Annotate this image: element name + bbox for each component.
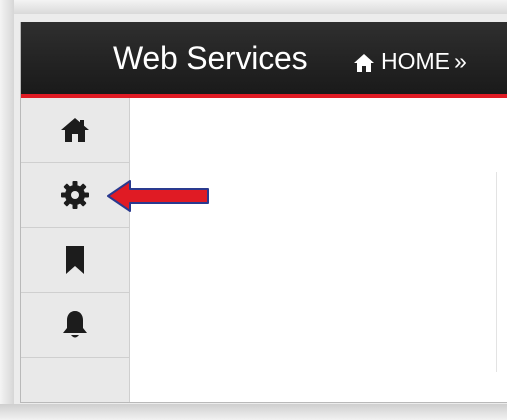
frame-shadow-left bbox=[0, 0, 14, 420]
bell-icon bbox=[62, 310, 88, 340]
breadcrumb-separator: » bbox=[454, 48, 467, 74]
sidebar-item-notifications[interactable] bbox=[21, 293, 129, 358]
screenshot-frame: Web Services HOME » bbox=[0, 0, 507, 420]
sidebar bbox=[21, 98, 130, 402]
frame-shadow-bottom bbox=[0, 404, 507, 420]
main-content bbox=[130, 98, 507, 402]
frame-shadow-top bbox=[0, 0, 507, 14]
breadcrumb-home-link[interactable]: HOME bbox=[381, 48, 450, 75]
app-window: Web Services HOME » bbox=[20, 22, 507, 403]
gear-icon bbox=[60, 180, 90, 210]
app-title[interactable]: Web Services bbox=[113, 40, 308, 77]
home-icon[interactable] bbox=[353, 52, 375, 72]
top-navbar: Web Services HOME » bbox=[21, 22, 507, 98]
home-icon bbox=[60, 117, 90, 143]
sidebar-item-home[interactable] bbox=[21, 98, 129, 163]
sidebar-item-bookmarks[interactable] bbox=[21, 228, 129, 293]
annotation-arrow bbox=[107, 180, 209, 212]
bookmark-icon bbox=[64, 245, 86, 275]
breadcrumb: HOME » bbox=[353, 48, 471, 75]
content-panel-edge bbox=[496, 172, 507, 372]
